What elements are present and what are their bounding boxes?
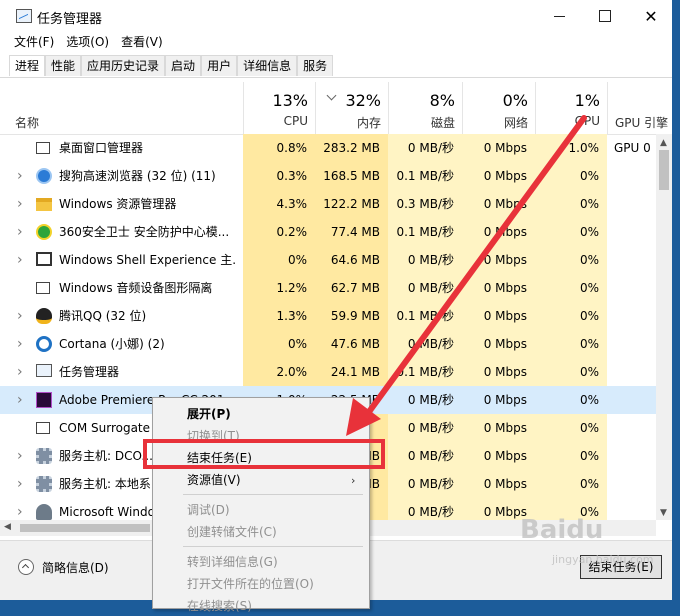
annotation-arrow bbox=[346, 115, 587, 436]
baidu-watermark: Baidu bbox=[520, 515, 604, 545]
baidu-watermark-url: jingyan.baidu.com bbox=[552, 553, 654, 566]
